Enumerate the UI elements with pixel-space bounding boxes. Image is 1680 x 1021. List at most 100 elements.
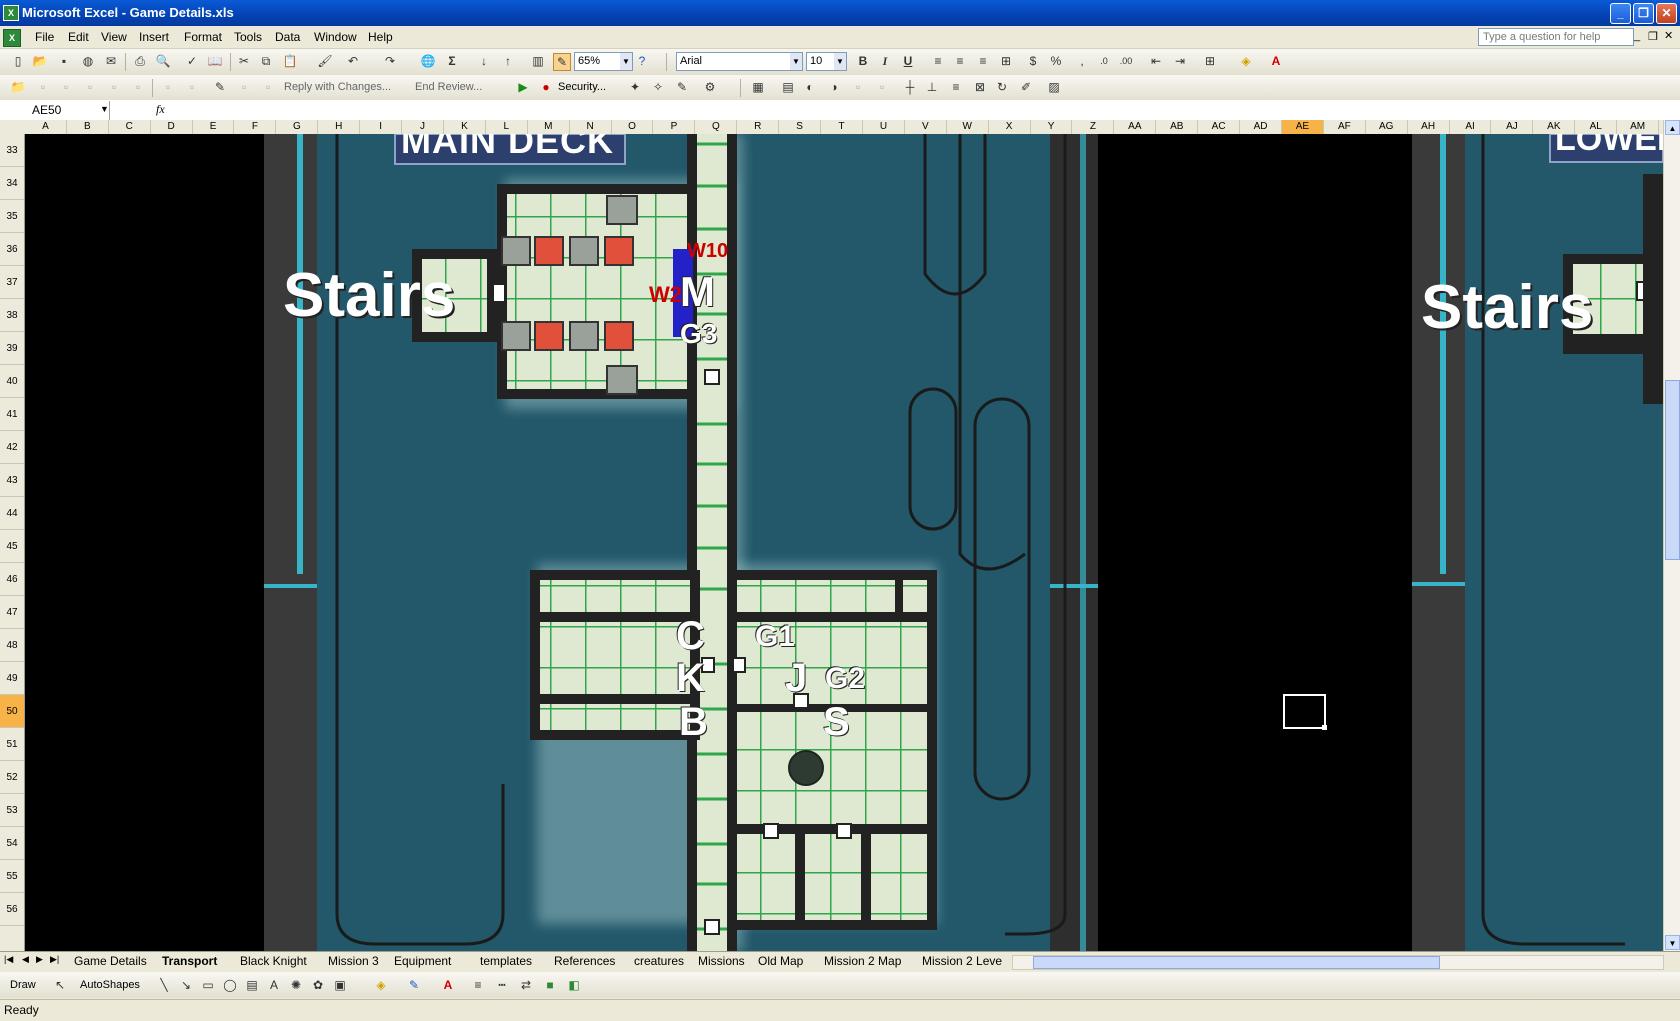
rectangle-icon[interactable]: ▭ (200, 977, 216, 993)
textbox-icon[interactable]: ▤ (244, 977, 260, 993)
undo-icon[interactable]: ↶ (345, 53, 361, 69)
bold-icon[interactable]: B (855, 53, 871, 69)
scroll-thumb[interactable] (1665, 380, 1680, 560)
underline-icon[interactable]: U (900, 53, 916, 69)
font-select[interactable]: Arial ▼ (676, 52, 803, 71)
column-header-ai[interactable]: AI (1450, 120, 1492, 134)
font-color-icon[interactable]: A (440, 977, 456, 993)
column-header-ac[interactable]: AC (1198, 120, 1241, 134)
autoshapes-button[interactable]: AutoShapes (80, 979, 140, 991)
toolbar-icon[interactable]: ▦ (750, 79, 766, 95)
menu-edit[interactable]: Edit (68, 30, 89, 44)
menu-tools[interactable]: Tools (234, 30, 262, 44)
diagram-icon[interactable]: ✺ (288, 977, 304, 993)
toolbar-icon[interactable]: ✧ (650, 79, 666, 95)
autosum-icon[interactable]: Σ (444, 53, 460, 69)
toolbar-icon[interactable]: ◑ (826, 79, 842, 95)
chevron-down-icon[interactable]: ▼ (620, 53, 632, 70)
excel-app-icon[interactable]: X (3, 5, 19, 21)
row-header-42[interactable]: 42 (0, 431, 24, 464)
toolbar-icon[interactable]: ✎ (674, 79, 690, 95)
deck-map-image[interactable] (25, 134, 1663, 951)
horizontal-scroll-thumb[interactable] (1033, 956, 1440, 969)
close-icon[interactable]: ✕ (1656, 3, 1677, 24)
toolbar-icon[interactable]: ↻ (994, 79, 1010, 95)
row-header-33[interactable]: 33 (0, 134, 24, 167)
column-header-ad[interactable]: AD (1240, 120, 1282, 134)
align-left-icon[interactable]: ≡ (930, 53, 946, 69)
end-review-button[interactable]: End Review... (415, 81, 482, 93)
column-header-z[interactable]: Z (1073, 120, 1115, 134)
column-header-ah[interactable]: AH (1408, 120, 1450, 134)
toolbar-icon[interactable]: ✦ (627, 79, 643, 95)
prev-sheet-icon[interactable]: ◀ (22, 954, 29, 965)
sheet-tab-equipment[interactable]: Equipment (394, 954, 451, 968)
toolbar-icon[interactable]: ⊥ (924, 79, 940, 95)
column-header-m[interactable]: M (528, 120, 570, 134)
permission-icon[interactable]: ◍ (80, 53, 96, 69)
print-icon[interactable]: ⎙ (132, 53, 148, 69)
column-header-d[interactable]: D (151, 120, 193, 134)
format-painter-icon[interactable]: 🖌 (317, 53, 333, 69)
copy-icon[interactable]: ⧉ (258, 53, 274, 69)
merge-center-icon[interactable]: ⊞ (998, 53, 1014, 69)
column-header-n[interactable]: N (570, 120, 612, 134)
row-header-45[interactable]: 45 (0, 530, 24, 563)
toolbar-icon[interactable]: ⊠ (972, 79, 988, 95)
spelling-icon[interactable]: ✓ (184, 53, 200, 69)
column-header-al[interactable]: AL (1575, 120, 1618, 134)
font-color-icon[interactable]: A (1268, 53, 1284, 69)
line-style-icon[interactable]: ≡ (470, 977, 486, 993)
folder-icon[interactable]: 📁 (10, 79, 26, 95)
scroll-up-icon[interactable]: ▲ (1665, 120, 1680, 135)
toolbar-icon[interactable]: ▨ (1046, 79, 1062, 95)
record-icon[interactable]: ● (538, 79, 554, 95)
column-header-y[interactable]: Y (1031, 120, 1073, 134)
increase-decimal-icon[interactable]: .0 (1096, 53, 1112, 69)
column-header-i[interactable]: I (360, 120, 403, 134)
vertical-scrollbar[interactable]: ▲ ▼ (1663, 120, 1680, 951)
column-header-q[interactable]: Q (695, 120, 738, 134)
chart-wizard-icon[interactable]: ▥ (530, 53, 546, 69)
draw-menu-button[interactable]: Draw (10, 979, 36, 991)
column-header-l[interactable]: L (486, 120, 528, 134)
row-header-52[interactable]: 52 (0, 761, 24, 794)
column-header-b[interactable]: B (67, 120, 109, 134)
row-header-44[interactable]: 44 (0, 497, 24, 530)
security-button[interactable]: Security... (558, 81, 606, 93)
column-header-ab[interactable]: AB (1156, 120, 1199, 134)
menu-window[interactable]: Window (314, 30, 357, 44)
row-header-36[interactable]: 36 (0, 233, 24, 266)
column-header-f[interactable]: F (235, 120, 277, 134)
sort-ascending-icon[interactable]: ↓ (476, 53, 492, 69)
row-header-38[interactable]: 38 (0, 299, 24, 332)
percent-icon[interactable]: % (1048, 53, 1064, 69)
row-header-50[interactable]: 50 (0, 695, 24, 728)
research-icon[interactable]: 📖 (207, 53, 223, 69)
minimize-icon[interactable]: _ (1610, 3, 1631, 24)
shadow-style-icon[interactable]: ■ (542, 977, 558, 993)
workbook-icon[interactable]: X (3, 29, 21, 47)
column-header-s[interactable]: S (779, 120, 822, 134)
decrease-decimal-icon[interactable]: .00 (1118, 53, 1134, 69)
formula-input[interactable] (176, 102, 1666, 118)
next-sheet-icon[interactable]: ▶ (36, 954, 43, 965)
clipart-icon[interactable]: ✿ (310, 977, 326, 993)
open-icon[interactable]: 📂 (32, 53, 48, 69)
menu-insert[interactable]: Insert (139, 30, 169, 44)
zoom-select[interactable]: 65% ▼ (574, 52, 633, 71)
print-preview-icon[interactable]: 🔍 (155, 53, 171, 69)
menu-format[interactable]: Format (184, 30, 222, 44)
column-header-w[interactable]: W (947, 120, 989, 134)
column-header-x[interactable]: X (989, 120, 1031, 134)
column-header-aj[interactable]: AJ (1492, 120, 1534, 134)
menu-file[interactable]: File (35, 30, 54, 44)
menu-view[interactable]: View (101, 30, 127, 44)
row-header-51[interactable]: 51 (0, 728, 24, 761)
row-header-56[interactable]: 56 (0, 893, 24, 926)
sheet-tab-mission-2-map[interactable]: Mission 2 Map (824, 954, 901, 968)
comma-style-icon[interactable]: , (1074, 53, 1090, 69)
oval-icon[interactable]: ◯ (222, 977, 238, 993)
help-search-input[interactable]: Type a question for help (1478, 28, 1634, 46)
column-header-p[interactable]: P (654, 120, 696, 134)
